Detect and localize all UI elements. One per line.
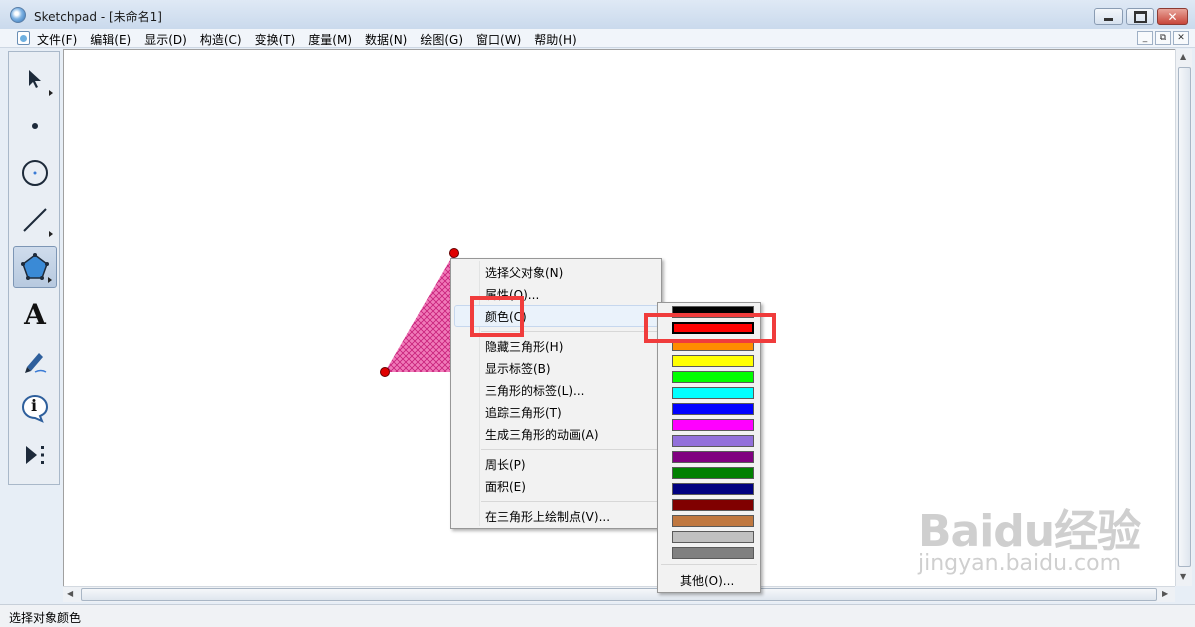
menu-item-show-label[interactable]: 显示标签(B)	[485, 360, 551, 377]
other-color-option[interactable]: 其他(O)...	[680, 572, 734, 589]
menu-file[interactable]: 文件(F)	[37, 31, 77, 48]
info-letter: i	[31, 396, 38, 415]
marker-tool[interactable]	[13, 340, 57, 382]
annotation-box-color-item	[470, 296, 524, 337]
scroll-up-icon[interactable]: ▲	[1180, 52, 1186, 61]
color-swatch-blue[interactable]	[672, 403, 754, 415]
color-swatch-dark-green[interactable]	[672, 467, 754, 479]
information-tool[interactable]: i	[13, 387, 57, 429]
arrow-select-tool[interactable]	[13, 58, 57, 100]
status-bar: 选择对象颜色	[0, 604, 1195, 627]
toolbox: A i	[8, 51, 60, 485]
color-swatch-lavender[interactable]	[672, 435, 754, 447]
vertical-scroll-thumb[interactable]	[1178, 67, 1191, 567]
close-icon: ✕	[1167, 9, 1178, 24]
annotation-box-red-swatch	[644, 313, 776, 343]
arrow-icon	[29, 70, 41, 88]
menu-construct[interactable]: 构造(C)	[200, 31, 242, 48]
color-swatch-brown[interactable]	[672, 515, 754, 527]
document-icon[interactable]	[17, 31, 30, 45]
menu-item-perimeter[interactable]: 周长(P)	[485, 456, 526, 473]
window-minimize-button[interactable]	[1094, 8, 1123, 25]
doc-restore-button[interactable]: ⧉	[1155, 31, 1171, 45]
color-swatch-green[interactable]	[672, 371, 754, 383]
point-icon	[32, 123, 38, 129]
menu-item-hide-triangle[interactable]: 隐藏三角形(H)	[485, 338, 563, 355]
scroll-down-icon[interactable]: ▼	[1180, 572, 1186, 581]
text-tool-icon: A	[24, 297, 46, 331]
color-palette-menu: 其他(O)...	[657, 302, 761, 593]
color-swatch-yellow[interactable]	[672, 355, 754, 367]
horizontal-scroll-thumb[interactable]	[81, 588, 1157, 601]
scroll-right-icon[interactable]: ▶	[1162, 589, 1168, 598]
vertex-point	[449, 248, 459, 258]
watermark-sub-text: jingyan.baidu.com	[918, 551, 1122, 576]
menu-display[interactable]: 显示(D)	[144, 31, 187, 48]
vertical-scrollbar[interactable]: ▲ ▼	[1175, 49, 1192, 586]
polygon-tool[interactable]	[13, 246, 57, 288]
sketchpad-app-icon	[10, 7, 26, 23]
circle-icon	[22, 160, 48, 186]
menu-item-triangle-label[interactable]: 三角形的标签(L)...	[485, 382, 585, 399]
line-icon	[23, 208, 47, 232]
color-swatch-maroon[interactable]	[672, 499, 754, 511]
marker-pen-icon	[25, 353, 47, 373]
menu-bar: 文件(F) 编辑(E) 显示(D) 构造(C) 变换(T) 度量(M) 数据(N…	[0, 29, 1195, 48]
color-swatch-cyan[interactable]	[672, 387, 754, 399]
horizontal-scrollbar[interactable]: ◀ ▶	[63, 586, 1175, 602]
straightedge-tool[interactable]	[13, 199, 57, 241]
color-swatch-magenta[interactable]	[672, 419, 754, 431]
status-text: 选择对象颜色	[9, 611, 82, 625]
custom-tool-icon	[26, 446, 44, 464]
color-swatch-light-gray[interactable]	[672, 531, 754, 543]
menu-graph[interactable]: 绘图(G)	[420, 31, 463, 48]
menu-window[interactable]: 窗口(W)	[476, 31, 521, 48]
menu-measure[interactable]: 度量(M)	[308, 31, 352, 48]
text-tool[interactable]: A	[13, 293, 57, 335]
polygon-icon	[21, 253, 49, 280]
menu-item-trace-triangle[interactable]: 追踪三角形(T)	[485, 404, 562, 421]
menu-item-select-parents[interactable]: 选择父对象(N)	[485, 264, 563, 281]
baidu-watermark: Baidu经验 jingyan.baidu.com	[918, 495, 1141, 576]
vertex-point	[380, 367, 390, 377]
menu-item-animate-triangle[interactable]: 生成三角形的动画(A)	[485, 426, 599, 443]
menu-help[interactable]: 帮助(H)	[534, 31, 576, 48]
point-tool[interactable]	[13, 105, 57, 147]
menu-edit[interactable]: 编辑(E)	[90, 31, 131, 48]
color-swatch-purple[interactable]	[672, 451, 754, 463]
compass-tool[interactable]	[13, 152, 57, 194]
menu-item-area[interactable]: 面积(E)	[485, 478, 526, 495]
menu-item-plot-point-on-triangle[interactable]: 在三角形上绘制点(V)...	[485, 508, 610, 525]
doc-close-button[interactable]: ✕	[1173, 31, 1189, 45]
watermark-main-text: Baidu经验	[918, 506, 1141, 557]
color-swatch-gray[interactable]	[672, 547, 754, 559]
custom-tool[interactable]	[13, 434, 57, 476]
color-swatch-navy[interactable]	[672, 483, 754, 495]
menu-transform[interactable]: 变换(T)	[255, 31, 296, 48]
title-bar: Sketchpad - [未命名1] ✕	[0, 0, 1195, 30]
menu-number[interactable]: 数据(N)	[365, 31, 407, 48]
window-title: Sketchpad - [未命名1]	[34, 10, 162, 24]
window-close-button[interactable]: ✕	[1157, 8, 1188, 25]
scroll-left-icon[interactable]: ◀	[67, 589, 73, 598]
window-maximize-button[interactable]	[1126, 8, 1154, 25]
doc-minimize-button[interactable]: _	[1137, 31, 1153, 45]
